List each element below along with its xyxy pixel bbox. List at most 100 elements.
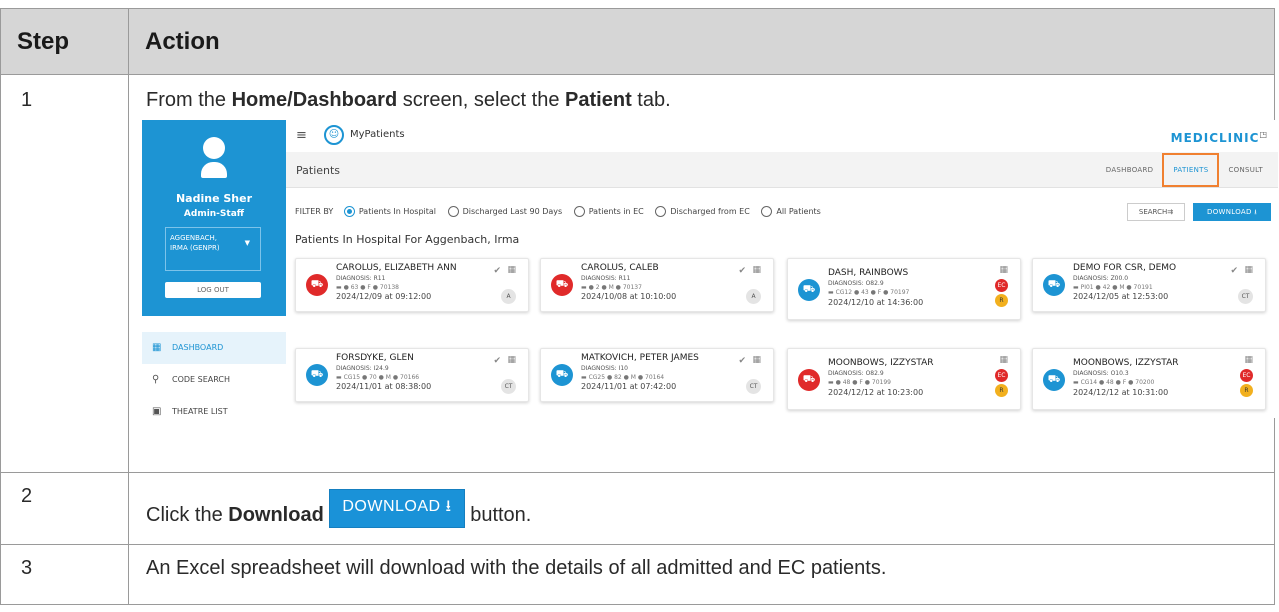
status-badge: A [501,289,516,304]
admission-datetime: 2024/12/12 at 10:23:00 [828,388,924,397]
nav-dashboard[interactable]: ▦ DASHBOARD [142,332,286,364]
hospital-icon: ▦ [999,265,1008,275]
patient-card[interactable]: ⛟ MOONBOWS, IZZYSTAR DIAGNOSIS: O10.3 ▬ … [1032,348,1266,410]
page-title: Patients [296,164,341,177]
diagnosis: DIAGNOSIS: I24.9 [336,365,389,372]
action-text: An Excel spreadsheet will download with … [146,557,887,579]
bed-icon: ⛟ [306,364,328,386]
admission-datetime: 2024/12/12 at 10:31:00 [1073,388,1169,397]
filter-option-label: Patients in EC [588,207,644,216]
search-button[interactable]: SEARCH⇉ [1127,203,1185,221]
radio-patients-in-ec[interactable] [573,206,585,217]
radio-patients-in-hospital[interactable] [343,206,355,217]
patient-name: FORSDYKE, GLEN [336,353,414,363]
patient-card[interactable]: ⛟ DASH, RAINBOWS DIAGNOSIS: O82.9 ▬ CG12… [787,258,1021,320]
diagnosis: DIAGNOSIS: Z00.0 [1073,275,1129,282]
patient-name: MOONBOWS, IZZYSTAR [1073,358,1179,368]
step-number: 3 [0,544,129,605]
action-header: Action [128,8,1275,75]
top-bar: ≡ ☺ MyPatients MEDICLINIC◳ [286,120,1278,152]
diagnosis: DIAGNOSIS: R11 [336,275,386,282]
dashboard-icon: ▦ [152,342,162,353]
patient-meta: ▬ CG14 ● 48 ● F ● 70200 [1073,379,1155,386]
action-text: Click the Download DOWNLOAD ⭳ button. [129,473,1274,538]
check-circle-icon: ✔ [738,356,746,366]
patient-card[interactable]: ⛟ MATKOVICH, PETER JAMES DIAGNOSIS: I10 … [540,348,774,402]
hospital-icon: ▦ [752,265,761,275]
patient-name: MOONBOWS, IZZYSTAR [828,358,934,368]
patient-name: CAROLUS, CALEB [581,263,659,273]
menu-icon[interactable]: ≡ [296,128,307,143]
check-circle-icon: ✔ [493,356,501,366]
patient-meta: ▬ CG12 ● 43 ● F ● 70197 [828,289,910,296]
app-screenshot: Nadine Sher Admin-Staff AGGENBACH, IRMA … [142,120,1278,418]
tab-consult[interactable]: CONSULT [1219,152,1272,188]
hospital-icon: ▦ [507,355,516,365]
download-button[interactable]: DOWNLOAD ⭳ [1193,203,1271,221]
brand-logo: MEDICLINIC◳ [1170,130,1268,145]
ec-badge: EC [1240,369,1253,382]
nav-theatre-list[interactable]: ▣ THEATRE LIST [142,396,286,428]
action-cell: From the Home/Dashboard screen, select t… [128,74,1278,473]
user-name: Nadine Sher [175,192,253,205]
nav-code-search[interactable]: ⚲ CODE SEARCH [142,364,286,396]
diagnosis: DIAGNOSIS: I10 [581,365,628,372]
filter-option-label: All Patients [776,207,821,216]
radio-all-patients[interactable] [761,206,773,217]
action-text: From the Home/Dashboard screen, select t… [146,89,671,111]
diagnosis: DIAGNOSIS: O82.9 [828,280,884,287]
patient-meta: ▬ ● 2 ● M ● 70137 [581,284,642,291]
step-number: 1 [0,74,129,473]
user-role: Admin-Staff [183,209,245,219]
ec-badge: EC [995,279,1008,292]
patient-card[interactable]: ⛟ FORSDYKE, GLEN DIAGNOSIS: I24.9 ▬ CG15… [295,348,529,402]
radio-discharged-90-days[interactable] [447,206,459,217]
tab-patients[interactable]: PATIENTS [1162,153,1220,187]
app-logo-icon: ☺ [324,125,344,145]
calendar-icon: ▣ [152,406,162,417]
check-circle-icon: ✔ [1230,266,1238,276]
avatar-icon [201,137,227,181]
action-cell: An Excel spreadsheet will download with … [128,544,1275,605]
bed-icon: ⛟ [1043,369,1065,391]
admission-datetime: 2024/11/01 at 07:42:00 [581,382,677,391]
bed-icon: ⛟ [551,274,573,296]
sidebar: Nadine Sher Admin-Staff AGGENBACH, IRMA … [142,120,286,418]
filter-option-label: Patients In Hospital [358,207,437,216]
doctor-select[interactable]: AGGENBACH, IRMA (GENPR) ▼ [165,227,261,271]
tab-bar: DASHBOARD PATIENTS CONSULT [1097,152,1272,188]
diagnosis: DIAGNOSIS: R11 [581,275,631,282]
tab-dashboard[interactable]: DASHBOARD [1097,152,1163,188]
brand-mark-icon: ◳ [1259,130,1268,139]
patient-card[interactable]: ⛟ MOONBOWS, IZZYSTAR DIAGNOSIS: O82.9 ▬ … [787,348,1021,410]
r-badge: R [995,294,1008,307]
admission-datetime: 2024/12/09 at 09:12:00 [336,292,432,301]
logout-button[interactable]: LOG OUT [165,282,261,298]
admission-datetime: 2024/10/08 at 10:10:00 [581,292,677,301]
download-button-image: DOWNLOAD ⭳ [329,489,465,528]
status-badge: CT [746,379,761,394]
status-badge: CT [1238,289,1253,304]
bed-icon: ⛟ [798,279,820,301]
patient-name: DASH, RAINBOWS [828,268,909,278]
filter-option-label: Discharged from EC [670,207,750,216]
caret-down-icon: ▼ [244,239,250,247]
bed-icon: ⛟ [306,274,328,296]
admission-datetime: 2024/12/10 at 14:36:00 [828,298,924,307]
patient-card[interactable]: ⛟ DEMO FOR CSR, DEMO DIAGNOSIS: Z00.0 ▬ … [1032,258,1266,312]
action-cell: Click the Download DOWNLOAD ⭳ button. [128,472,1275,545]
step-number: 2 [0,472,129,545]
patient-card[interactable]: ⛟ CAROLUS, ELIZABETH ANN DIAGNOSIS: R11 … [295,258,529,312]
hospital-icon: ▦ [1244,355,1253,365]
user-panel: Nadine Sher Admin-Staff AGGENBACH, IRMA … [142,120,286,316]
hospital-icon: ▦ [752,355,761,365]
status-badge: A [746,289,761,304]
bed-icon: ⛟ [1043,274,1065,296]
r-badge: R [995,384,1008,397]
patient-name: CAROLUS, ELIZABETH ANN [336,263,457,273]
patient-card[interactable]: ⛟ CAROLUS, CALEB DIAGNOSIS: R11 ▬ ● 2 ● … [540,258,774,312]
page-header: Patients DASHBOARD PATIENTS CONSULT [286,152,1278,188]
diagnosis: DIAGNOSIS: O10.3 [1073,370,1129,377]
hospital-icon: ▦ [507,265,516,275]
radio-discharged-from-ec[interactable] [655,206,667,217]
